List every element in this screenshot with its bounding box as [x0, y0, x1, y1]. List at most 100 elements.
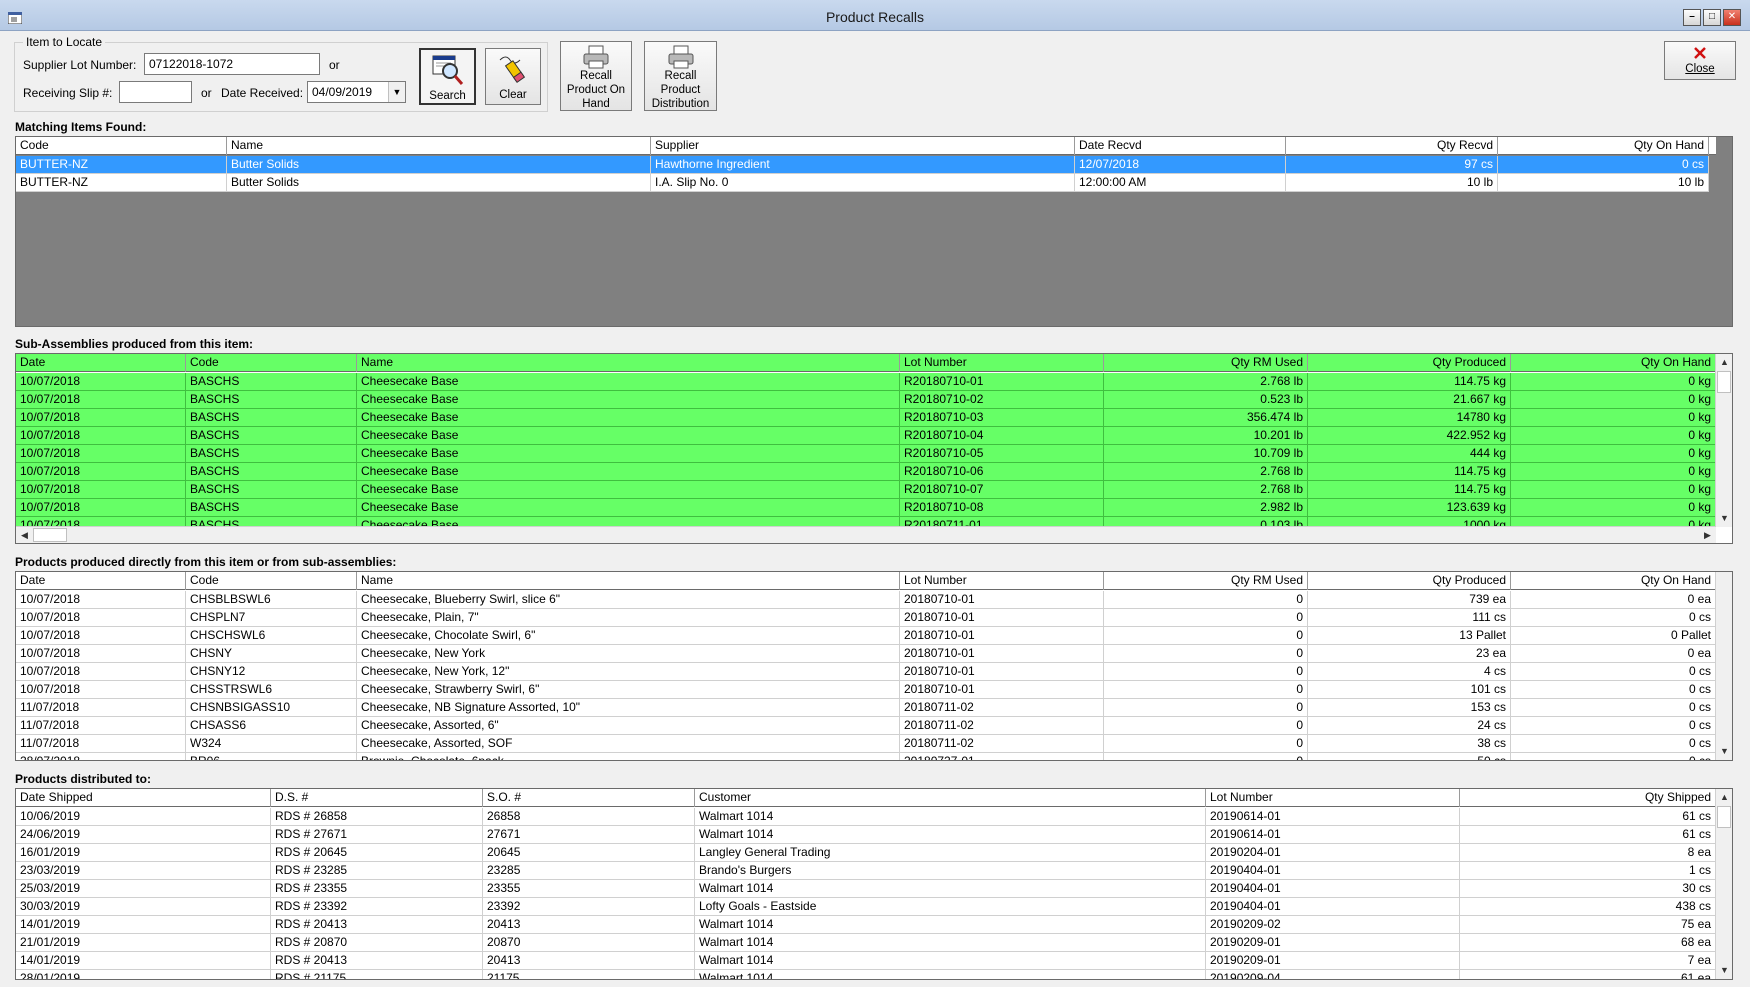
scroll-down-icon[interactable]: ▼: [1716, 510, 1732, 527]
scroll-thumb[interactable]: [1717, 806, 1731, 828]
table-row[interactable]: 28/01/2019 RDS # 21175 21175 Walmart 1014 20…: [16, 970, 1716, 979]
matching-col-header[interactable]: Qty Recvd: [1286, 137, 1498, 155]
table-row[interactable]: 10/07/2018 CHSCHSWL6 Cheesecake, Chocolate…: [16, 627, 1716, 645]
table-row[interactable]: 10/07/2018 BASCHS Cheesecake Base R20180710…: [16, 499, 1716, 517]
recall-on-hand-button[interactable]: Recall Product On Hand: [560, 41, 632, 111]
matching-col-header[interactable]: Code: [16, 137, 227, 155]
distributed-vscroll[interactable]: ▲ ▼: [1715, 789, 1732, 979]
table-row[interactable]: 10/07/2018 BASCHS Cheesecake Base R20180710…: [16, 391, 1716, 409]
supplier-lot-input[interactable]: 07122018-1072: [144, 53, 320, 75]
table-row[interactable]: 16/01/2019 RDS # 20645 20645 Langley Genera…: [16, 844, 1716, 862]
distributed-col-header[interactable]: Date Shipped: [16, 789, 271, 807]
scroll-up-icon[interactable]: ▲: [1716, 354, 1732, 371]
subassemblies-col-header[interactable]: Qty RM Used: [1104, 354, 1308, 372]
chevron-down-icon[interactable]: ▼: [388, 82, 405, 102]
matching-col-header[interactable]: Date Recvd: [1075, 137, 1286, 155]
table-row[interactable]: 23/03/2019 RDS # 23285 23285 Brando's Burge…: [16, 862, 1716, 880]
distributed-col-header[interactable]: Qty Shipped: [1460, 789, 1716, 807]
table-row[interactable]: 14/01/2019 RDS # 20413 20413 Walmart 1014 20…: [16, 916, 1716, 934]
table-cell: 13 Pallet: [1308, 627, 1511, 645]
table-row[interactable]: 11/07/2018 W324 Cheesecake, Assorted, SOF 2…: [16, 735, 1716, 753]
table-row[interactable]: 11/07/2018 CHSNBSIGASS10 Cheesecake, NB Si…: [16, 699, 1716, 717]
table-row[interactable]: BUTTER-NZ Butter Solids Hawthorne Ingredie…: [16, 156, 1709, 174]
table-cell: 0: [1104, 663, 1308, 681]
table-cell: 38 cs: [1308, 735, 1511, 753]
table-cell: 21.667 kg: [1308, 391, 1511, 409]
scroll-left-icon[interactable]: ◀: [16, 527, 33, 543]
table-row[interactable]: 10/07/2018 BASCHS Cheesecake Base R20180710…: [16, 409, 1716, 427]
close-button[interactable]: Close: [1664, 41, 1736, 80]
table-cell: 4 cs: [1308, 663, 1511, 681]
receiving-slip-input[interactable]: [119, 81, 192, 103]
table-row[interactable]: 30/03/2019 RDS # 23392 23392 Lofty Goals - …: [16, 898, 1716, 916]
table-row[interactable]: 10/07/2018 CHSNY12 Cheesecake, New York, 1…: [16, 663, 1716, 681]
recall-distribution-label-3: Distribution: [651, 98, 710, 110]
recall-distribution-button[interactable]: Recall Product Distribution: [644, 41, 717, 111]
table-row[interactable]: 10/07/2018 CHSBLBSWL6 Cheesecake, Blueberr…: [16, 591, 1716, 609]
subassemblies-col-header[interactable]: Lot Number: [900, 354, 1104, 372]
distributed-grid[interactable]: Date Shipped D.S. # S.O. # Customer Lot Numb…: [15, 788, 1733, 980]
distributed-col-header[interactable]: Lot Number: [1206, 789, 1460, 807]
products-vscroll[interactable]: ▼: [1715, 572, 1732, 760]
window-close-button[interactable]: ✕: [1723, 9, 1741, 26]
scroll-thumb[interactable]: [1717, 371, 1731, 393]
table-cell: 61 cs: [1460, 826, 1716, 844]
table-row[interactable]: 28/07/2018 BR06 Brownie, Chocolate, 6pack 2…: [16, 753, 1716, 760]
products-col-header[interactable]: Qty On Hand: [1511, 572, 1716, 590]
distributed-col-header[interactable]: Customer: [695, 789, 1206, 807]
date-received-picker[interactable]: 04/09/2019 ▼: [307, 81, 406, 103]
products-col-header[interactable]: Code: [186, 572, 357, 590]
scroll-down-icon[interactable]: ▼: [1716, 962, 1732, 979]
products-col-header[interactable]: Qty RM Used: [1104, 572, 1308, 590]
table-row[interactable]: 10/07/2018 BASCHS Cheesecake Base R20180710…: [16, 373, 1716, 391]
table-cell: BASCHS: [186, 445, 357, 463]
table-row[interactable]: 10/07/2018 BASCHS Cheesecake Base R20180710…: [16, 481, 1716, 499]
matching-col-header[interactable]: Supplier: [651, 137, 1075, 155]
scroll-right-icon[interactable]: ▶: [1699, 527, 1716, 543]
table-row[interactable]: 25/03/2019 RDS # 23355 23355 Walmart 1014 20…: [16, 880, 1716, 898]
table-row[interactable]: 24/06/2019 RDS # 27671 27671 Walmart 1014 20…: [16, 826, 1716, 844]
distributed-col-header[interactable]: D.S. #: [271, 789, 483, 807]
clear-button[interactable]: Clear: [485, 48, 541, 105]
matching-col-header[interactable]: Qty On Hand: [1498, 137, 1709, 155]
scroll-up-icon[interactable]: ▲: [1716, 789, 1732, 806]
products-col-header[interactable]: Name: [357, 572, 900, 590]
table-cell: 10/07/2018: [16, 409, 186, 427]
table-row[interactable]: 10/07/2018 CHSPLN7 Cheesecake, Plain, 7" 20…: [16, 609, 1716, 627]
search-button[interactable]: Search: [419, 48, 476, 105]
products-col-header[interactable]: Date: [16, 572, 186, 590]
table-cell: 7 ea: [1460, 952, 1716, 970]
subassemblies-col-header[interactable]: Name: [357, 354, 900, 372]
table-row[interactable]: 21/01/2019 RDS # 20870 20870 Walmart 1014 20…: [16, 934, 1716, 952]
products-grid[interactable]: Date Code Name Lot Number Qty RM Used Qty Pro…: [15, 571, 1733, 761]
table-row[interactable]: 10/07/2018 BASCHS Cheesecake Base R20180710…: [16, 463, 1716, 481]
table-row[interactable]: 10/07/2018 BASCHS Cheesecake Base R20180710…: [16, 427, 1716, 445]
table-row[interactable]: 10/07/2018 CHSSTRSWL6 Cheesecake, Strawber…: [16, 681, 1716, 699]
table-cell: 1 cs: [1460, 862, 1716, 880]
products-col-header[interactable]: Qty Produced: [1308, 572, 1511, 590]
table-row[interactable]: 10/06/2019 RDS # 26858 26858 Walmart 1014 20…: [16, 808, 1716, 826]
distributed-col-header[interactable]: S.O. #: [483, 789, 695, 807]
subassemblies-col-header[interactable]: Qty On Hand: [1511, 354, 1716, 372]
table-cell: CHSCHSWL6: [186, 627, 357, 645]
products-col-header[interactable]: Lot Number: [900, 572, 1104, 590]
subassemblies-col-header[interactable]: Date: [16, 354, 186, 372]
subassemblies-vscroll[interactable]: ▲ ▼: [1715, 354, 1732, 527]
table-row[interactable]: BUTTER-NZ Butter Solids I.A. Slip No. 0 12:…: [16, 174, 1709, 192]
maximize-button[interactable]: □: [1703, 9, 1721, 26]
subassemblies-hscroll[interactable]: ◀ ▶: [16, 526, 1716, 543]
scroll-thumb[interactable]: [33, 528, 67, 542]
minimize-button[interactable]: –: [1683, 9, 1701, 26]
table-row[interactable]: 14/01/2019 RDS # 20413 20413 Walmart 1014 20…: [16, 952, 1716, 970]
subassemblies-col-header[interactable]: Qty Produced: [1308, 354, 1511, 372]
table-row[interactable]: 10/07/2018 CHSNY Cheesecake, New York 20180…: [16, 645, 1716, 663]
matching-col-header[interactable]: Name: [227, 137, 651, 155]
scroll-down-icon[interactable]: ▼: [1716, 743, 1732, 760]
table-cell: 28/01/2019: [16, 970, 271, 979]
table-row[interactable]: 10/07/2018 BASCHS Cheesecake Base R20180710…: [16, 445, 1716, 463]
subassemblies-col-header[interactable]: Code: [186, 354, 357, 372]
table-row[interactable]: 11/07/2018 CHSASS6 Cheesecake, Assorted, 6…: [16, 717, 1716, 735]
matching-items-grid[interactable]: Code Name Supplier Date Recvd Qty Recvd Qty O…: [15, 136, 1733, 327]
subassemblies-grid[interactable]: Date Code Name Lot Number Qty RM Used Qty Pro…: [15, 353, 1733, 544]
table-cell: 0 cs: [1511, 681, 1716, 699]
